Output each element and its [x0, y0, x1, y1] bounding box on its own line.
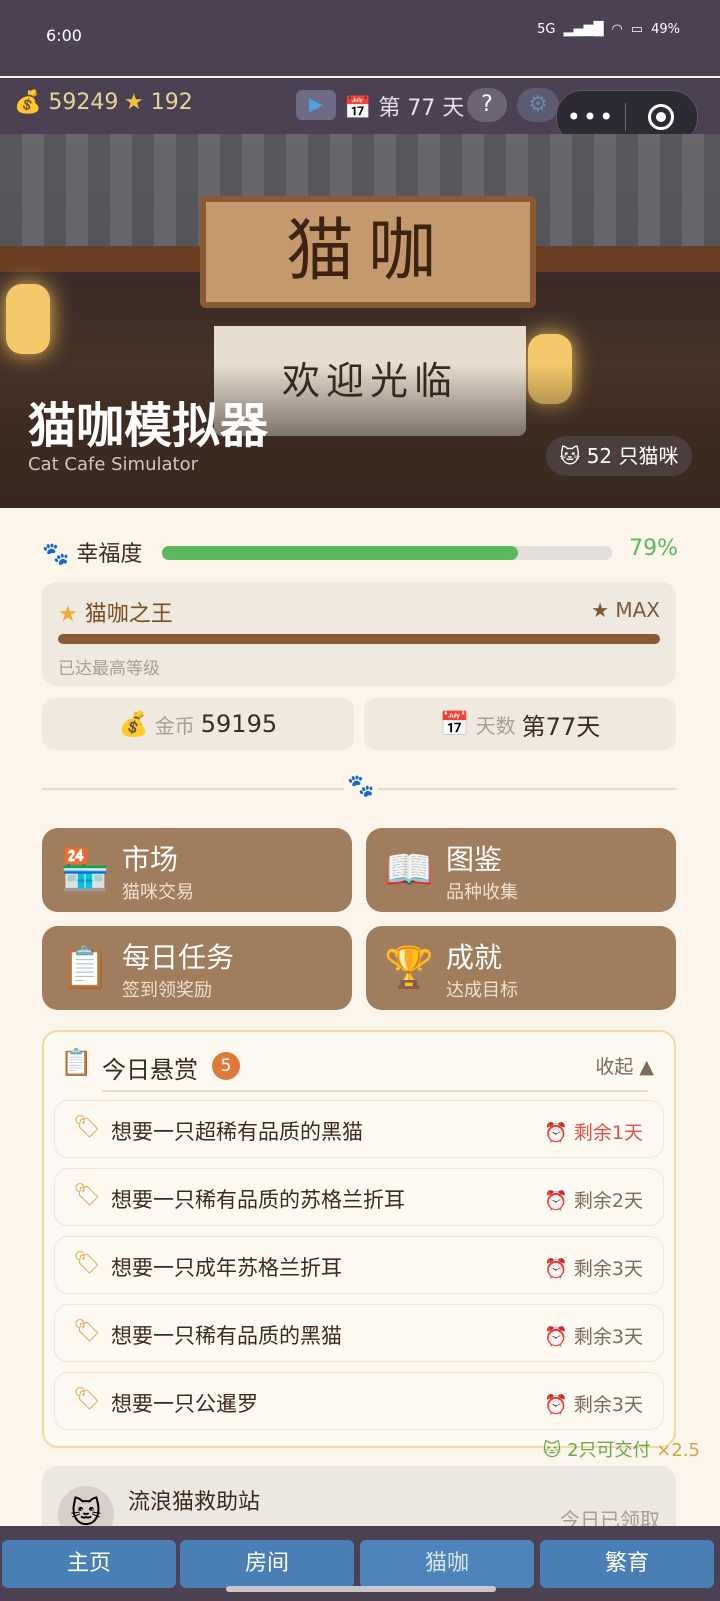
tag-icon: 🏷	[73, 1183, 101, 1208]
tab-cafe[interactable]: 猫咖	[360, 1540, 534, 1588]
system-status-bar: 6:00 5G ▂▄▆█ ◠ ▭ 49%	[0, 0, 720, 76]
happiness-meter: 🐾 幸福度 79%	[42, 536, 678, 567]
tag-icon: 🏷	[73, 1251, 101, 1276]
coin-counter: 💰 59249	[14, 90, 119, 115]
daily-bounty-panel: 📋 今日悬赏 5 收起 ▲ 🏷 想要一只超稀有品质的黑猫 ⏰ 剩余1天 🏷 想要…	[42, 1030, 676, 1448]
target-icon	[648, 104, 674, 130]
clipboard-icon: 📋	[60, 945, 110, 991]
bounty-title: 今日悬赏	[102, 1056, 198, 1084]
signal-icon: ▂▄▆█	[563, 22, 604, 37]
calendar-icon: 📅	[344, 96, 372, 121]
game-subtitle: Cat Cafe Simulator	[28, 454, 198, 475]
tab-home[interactable]: 主页	[2, 1540, 176, 1588]
play-button[interactable]: ▶	[296, 90, 336, 120]
more-options-icon[interactable]: •••	[557, 103, 625, 131]
level-card: ★ 猫咖之王 ★ MAX 已达最高等级	[42, 582, 676, 686]
level-name: 猫咖之王	[84, 602, 173, 627]
clock: 6:00	[46, 26, 82, 45]
alarm-clock-icon: ⏰	[544, 1326, 568, 1348]
bounty-count-badge: 5	[212, 1052, 240, 1080]
daily-tasks-button[interactable]: 📋 每日任务 签到领奖励	[42, 926, 352, 1010]
bounty-item[interactable]: 🏷 想要一只稀有品质的苏格兰折耳 ⏰ 剩余2天	[54, 1168, 664, 1226]
money-bag-icon: 💰	[14, 90, 42, 115]
help-button[interactable]: ?	[467, 88, 507, 122]
money-bag-icon: 💰	[118, 710, 149, 738]
wifi-icon: ◠	[611, 22, 623, 37]
calendar-icon: 📅	[439, 710, 470, 738]
encyclopedia-button[interactable]: 📖 图鉴 品种收集	[366, 828, 676, 912]
close-miniprogram-button[interactable]	[626, 104, 696, 130]
bounty-item[interactable]: 🏷 想要一只成年苏格兰折耳 ⏰ 剩余3天	[54, 1236, 664, 1294]
cat-face-icon: 🐱	[542, 1440, 562, 1461]
home-indicator	[226, 1586, 496, 1592]
alarm-clock-icon: ⏰	[544, 1394, 568, 1416]
battery-level: 49%	[651, 22, 680, 37]
game-title: 猫咖模拟器	[28, 398, 269, 454]
cafe-sign: 猫咖	[200, 196, 536, 308]
clipboard-icon: 📋	[60, 1048, 93, 1078]
paw-icon: 🐾	[344, 774, 378, 799]
paw-icon: 🐾	[42, 542, 70, 567]
day-indicator: 📅 第 77 天	[344, 96, 465, 121]
level-note: 已达最高等级	[58, 659, 160, 679]
days-stat: 📅 天数 第77天	[364, 698, 676, 750]
level-max: ★ MAX	[591, 598, 660, 622]
alarm-clock-icon: ⏰	[544, 1122, 568, 1144]
coins-stat: 💰 金币 59195	[42, 698, 354, 750]
happiness-value: 79%	[629, 536, 678, 561]
tag-icon: 🏷	[73, 1115, 101, 1140]
bounty-item[interactable]: 🏷 想要一只稀有品质的黑猫 ⏰ 剩余3天	[54, 1304, 664, 1362]
settings-gear-icon[interactable]: ⚙	[517, 88, 559, 122]
cat-count-badge: 🐱 52 只猫咪	[546, 436, 692, 476]
alarm-clock-icon: ⏰	[544, 1190, 568, 1212]
level-progress-bar	[58, 634, 660, 644]
alarm-clock-icon: ⏰	[544, 1258, 568, 1280]
achievements-button[interactable]: 🏆 成就 达成目标	[366, 926, 676, 1010]
happiness-track	[162, 546, 612, 560]
hero-banner: 猫咖 欢迎光临 猫咖模拟器 Cat Cafe Simulator 🐱 52 只猫…	[0, 134, 720, 508]
trophy-icon: 🏆	[384, 945, 434, 991]
tab-breeding[interactable]: 繁育	[540, 1540, 714, 1588]
battery-icon: ▭	[630, 22, 644, 37]
rescue-title: 流浪猫救助站	[128, 1490, 261, 1515]
market-button[interactable]: 🏪 市场 猫咪交易	[42, 828, 352, 912]
network-label: 5G	[537, 22, 556, 37]
tag-icon: 🏷	[73, 1319, 101, 1344]
cat-face-icon: 🐱	[559, 444, 581, 468]
bounty-item[interactable]: 🏷 想要一只公暹罗 ⏰ 剩余3天	[54, 1372, 664, 1430]
shop-icon: 🏪	[60, 847, 110, 893]
star-counter: ★ 192	[124, 90, 193, 115]
happiness-fill	[162, 546, 518, 560]
bounty-item[interactable]: 🏷 想要一只超稀有品质的黑猫 ⏰ 剩余1天	[54, 1100, 664, 1158]
lantern-icon	[6, 284, 50, 354]
tab-room[interactable]: 房间	[180, 1540, 354, 1588]
collapse-button[interactable]: 收起 ▲	[595, 1052, 654, 1079]
deliverable-count: 🐱 2只可交付 ×2.5	[542, 1440, 700, 1461]
star-icon: ★	[58, 602, 78, 627]
tag-icon: 🏷	[73, 1387, 101, 1412]
book-icon: 📖	[384, 847, 434, 893]
